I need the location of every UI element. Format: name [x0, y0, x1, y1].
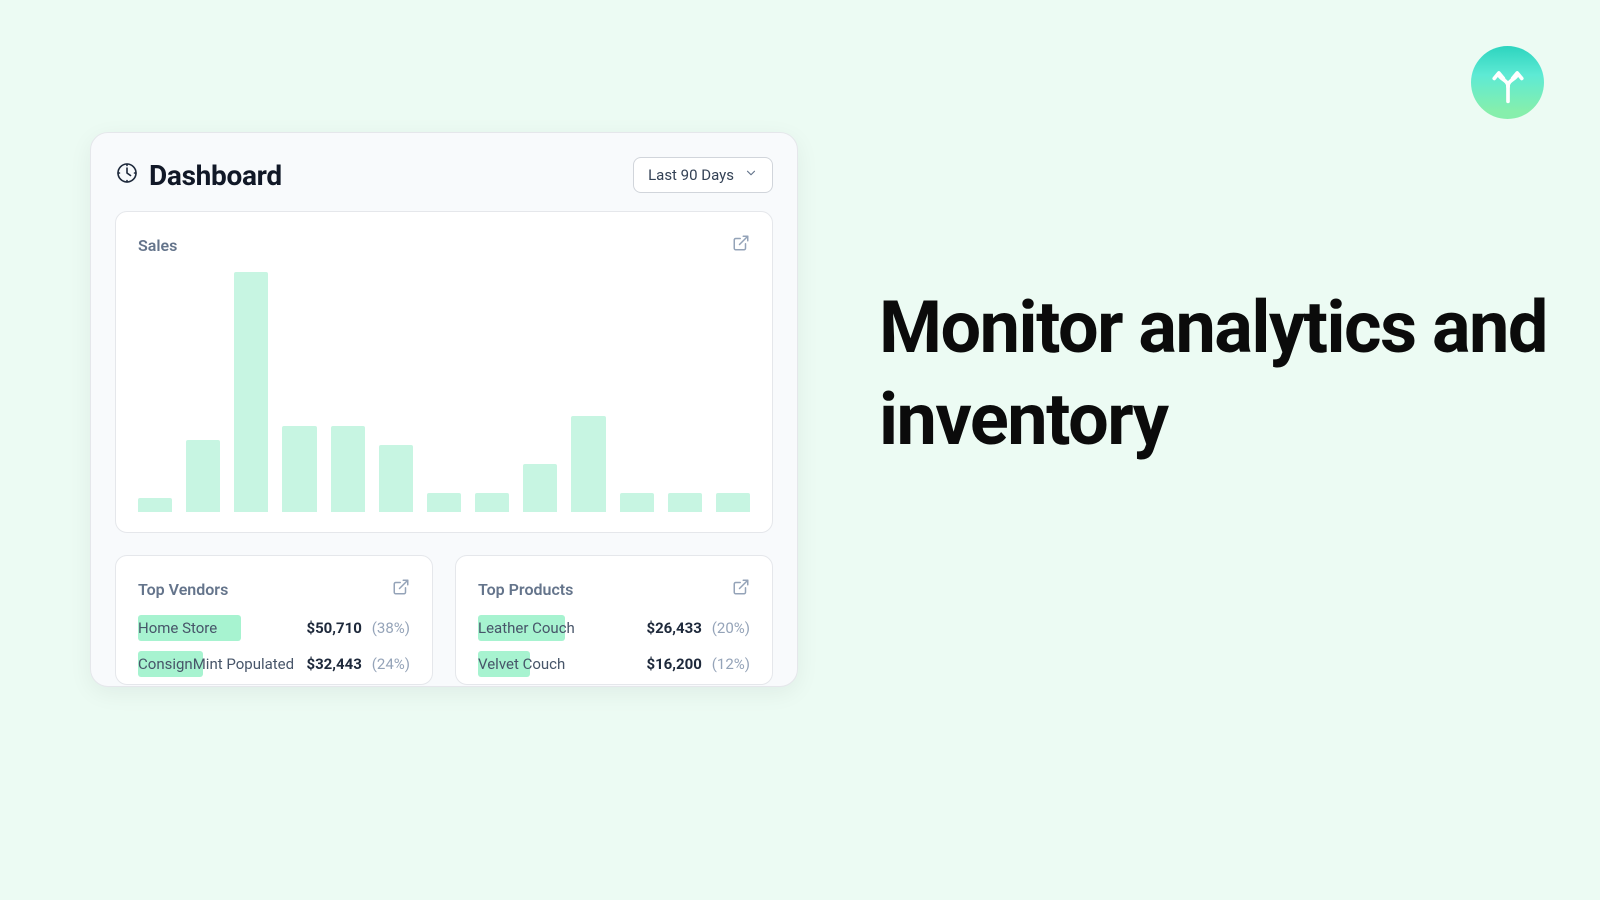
- dashboard-card: Dashboard Last 90 Days Sales Top Vendors: [90, 132, 798, 687]
- chart-bar: [186, 440, 220, 512]
- period-select[interactable]: Last 90 Days: [633, 157, 773, 193]
- chart-bar: [331, 426, 365, 512]
- chart-bar: [427, 493, 461, 512]
- row-name: Leather Couch: [478, 619, 575, 637]
- row-percent: (24%): [372, 655, 410, 673]
- row-name: Home Store: [138, 619, 217, 637]
- chart-bar: [379, 445, 413, 512]
- row-percent: (12%): [712, 655, 750, 673]
- top-vendors-panel: Top Vendors Home Store $50,710 (38%) Consig…: [115, 555, 433, 685]
- sales-bar-chart: [138, 272, 750, 512]
- chart-bar: [282, 426, 316, 512]
- list-item: Velvet Couch $16,200 (12%): [478, 652, 750, 676]
- chart-bar: [523, 464, 557, 512]
- dashboard-title-wrap: Dashboard: [115, 159, 282, 192]
- chart-bar: [475, 493, 509, 512]
- sales-panel-title: Sales: [138, 236, 177, 255]
- top-vendors-title: Top Vendors: [138, 580, 228, 599]
- row-amount: $16,200: [646, 655, 701, 673]
- chart-bar: [668, 493, 702, 512]
- dashboard-icon: [115, 161, 139, 189]
- row-percent: (38%): [372, 619, 410, 637]
- external-link-icon[interactable]: [392, 578, 410, 600]
- row-amount: $26,433: [646, 619, 701, 637]
- top-products-title: Top Products: [478, 580, 573, 599]
- list-item: Leather Couch $26,433 (20%): [478, 616, 750, 640]
- row-amount: $50,710: [306, 619, 361, 637]
- page-title: Dashboard: [149, 159, 282, 192]
- row-percent: (20%): [712, 619, 750, 637]
- period-select-label: Last 90 Days: [648, 166, 734, 184]
- row-name: ConsignMint Populated: [138, 655, 294, 673]
- chart-bar: [716, 493, 750, 512]
- dashboard-header: Dashboard Last 90 Days: [115, 157, 773, 193]
- chart-bar: [571, 416, 605, 512]
- external-link-icon[interactable]: [732, 578, 750, 600]
- row-name: Velvet Couch: [478, 655, 565, 673]
- marketing-headline: Monitor analytics and inventory: [879, 282, 1600, 466]
- chevron-down-icon: [744, 166, 758, 184]
- external-link-icon[interactable]: [732, 234, 750, 256]
- app-logo: [1471, 46, 1544, 119]
- row-amount: $32,443: [306, 655, 361, 673]
- list-item: ConsignMint Populated $32,443 (24%): [138, 652, 410, 676]
- chart-bar: [620, 493, 654, 512]
- chart-bar: [138, 498, 172, 512]
- bottom-panels: Top Vendors Home Store $50,710 (38%) Consig…: [115, 555, 773, 685]
- sales-panel: Sales: [115, 211, 773, 533]
- chart-bar: [234, 272, 268, 512]
- top-products-panel: Top Products Leather Couch $26,433 (20%) Ve…: [455, 555, 773, 685]
- list-item: Home Store $50,710 (38%): [138, 616, 410, 640]
